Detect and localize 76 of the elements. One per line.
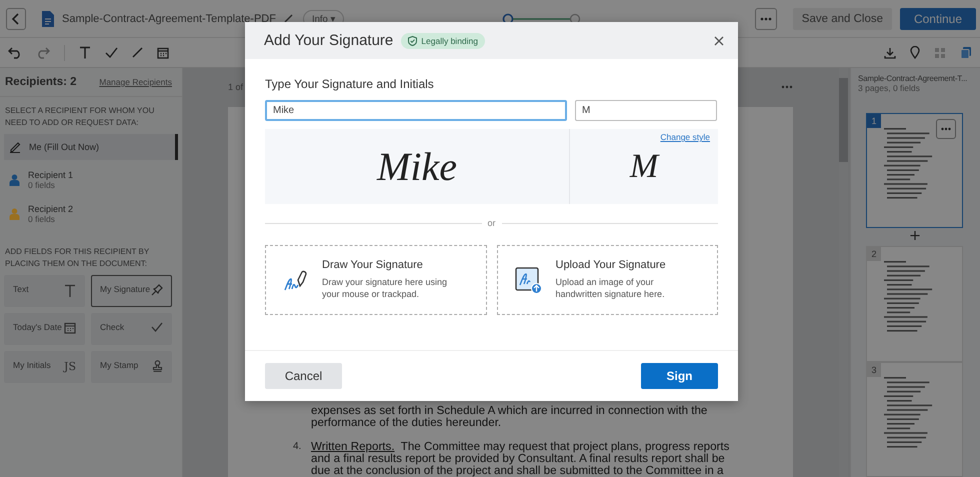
option-title: Draw Your Signature <box>322 259 424 271</box>
chevron-left-icon <box>11 12 21 24</box>
initials-icon: JS <box>64 360 76 373</box>
pencil-icon <box>9 141 21 153</box>
document-text: due at the conclusion of the project and shall be submitted to the Committee in a <box>311 465 724 477</box>
list-number: 4. <box>293 441 302 454</box>
pages-icon[interactable] <box>960 46 972 59</box>
dialog-title: Add Your Signature <box>264 32 394 49</box>
location-pin-icon[interactable] <box>910 46 920 59</box>
document-text: Written Reports. The Committee may request that project plans, progress reports <box>311 441 730 453</box>
section-label: Type Your Signature and Initials <box>265 77 435 91</box>
stamp-icon <box>152 360 163 372</box>
recipient-item[interactable]: Recipient 1 0 fields <box>4 166 178 194</box>
change-style-link[interactable]: Change style <box>660 132 710 142</box>
page-summary: 3 pages, 0 fields <box>858 83 920 93</box>
sign-button[interactable]: Sign <box>641 363 718 389</box>
text-icon <box>64 284 76 298</box>
page-thumbnail[interactable]: 2 <box>866 246 963 362</box>
recipient-item[interactable]: Recipient 2 0 fields <box>4 200 178 228</box>
manage-recipients-link[interactable]: Manage Recipients <box>99 77 172 87</box>
initials-input[interactable]: M <box>575 100 717 121</box>
continue-button[interactable]: Continue <box>900 8 976 30</box>
page-thumbnail[interactable]: 3 <box>866 362 963 477</box>
checkmark-icon[interactable] <box>105 47 118 58</box>
line-tool-icon[interactable] <box>132 47 143 58</box>
upload-signature-icon <box>514 267 542 295</box>
document-title: Sample-Contract-Agreement-Template-PDF <box>62 12 276 24</box>
initials-preview: M <box>630 148 658 186</box>
undo-icon[interactable] <box>8 46 22 58</box>
recipients-heading: Recipients: 2 <box>5 76 77 88</box>
field-tool-button[interactable]: My Signature <box>91 275 172 307</box>
page-number: 2 <box>867 247 881 262</box>
cancel-button[interactable]: Cancel <box>265 363 342 389</box>
back-button[interactable] <box>6 8 26 30</box>
document-name: Sample-Contract-Agreement-T... <box>858 74 968 83</box>
checkmark-icon <box>151 322 163 332</box>
signature-input[interactable]: Mike <box>265 100 567 121</box>
document-text: and a final results report be provided by Consultant. A final results report shall be <box>311 453 725 465</box>
calendar-icon <box>64 322 76 334</box>
pencil-icon[interactable] <box>284 14 293 23</box>
document-text: performance of the duties hereunder. <box>311 417 502 429</box>
document-text: expenses as set forth in Schedule A which are incurred in connection with the <box>311 405 708 417</box>
save-and-close-button[interactable]: Save and Close <box>792 8 892 30</box>
page-thumbnail[interactable]: 1 <box>866 113 963 228</box>
more-button[interactable] <box>936 119 956 139</box>
more-icon[interactable] <box>781 84 793 88</box>
signature-preview: Mike <box>377 143 457 190</box>
signature-option-card[interactable]: Upload Your Signature Upload an image of your handwritten signature here. <box>496 245 718 315</box>
text-tool-icon[interactable] <box>79 46 91 59</box>
field-tool-button[interactable]: Today's Date <box>4 313 85 345</box>
calendar-icon[interactable] <box>157 46 169 58</box>
page-number: 3 <box>867 362 881 377</box>
field-tool-button[interactable]: My Stamp <box>91 351 172 383</box>
more-icon <box>760 16 772 20</box>
option-description: Upload an image of your handwritten signature here. <box>556 276 666 300</box>
page-counter: 1 of <box>228 82 244 92</box>
field-tool-button[interactable]: Check <box>91 313 172 345</box>
close-icon[interactable] <box>714 36 724 46</box>
signature-option-card[interactable]: Draw Your Signature Draw your signature here using your mouse or trackpad. <box>265 245 486 315</box>
option-title: Upload Your Signature <box>556 259 667 271</box>
recipient-item[interactable]: Me (Fill Out Now) <box>4 134 178 160</box>
more-icon <box>941 127 951 131</box>
field-tool-button[interactable]: Text <box>4 275 85 307</box>
download-icon[interactable] <box>884 46 896 58</box>
instruction-text: ADD FIELDS FOR THIS RECIPIENT BY PLACING THEM ON THE DOCUMENT: <box>4 246 150 270</box>
badge-label: Legally binding <box>421 36 478 46</box>
option-description: Draw your signature here using your mouse or trackpad. <box>322 276 448 300</box>
pen-icon <box>151 284 163 296</box>
shield-check-icon <box>408 36 418 46</box>
add-page-icon[interactable] <box>910 231 920 240</box>
page-number: 1 <box>867 114 881 128</box>
field-tool-button[interactable]: My Initials JS <box>4 351 85 383</box>
more-button[interactable] <box>754 8 777 30</box>
document-icon <box>42 10 54 26</box>
instruction-text: SELECT A RECIPIENT FOR WHOM YOU NEED TO ADD OR REQUEST DATA: <box>4 105 156 129</box>
divider-label: or <box>488 218 496 228</box>
